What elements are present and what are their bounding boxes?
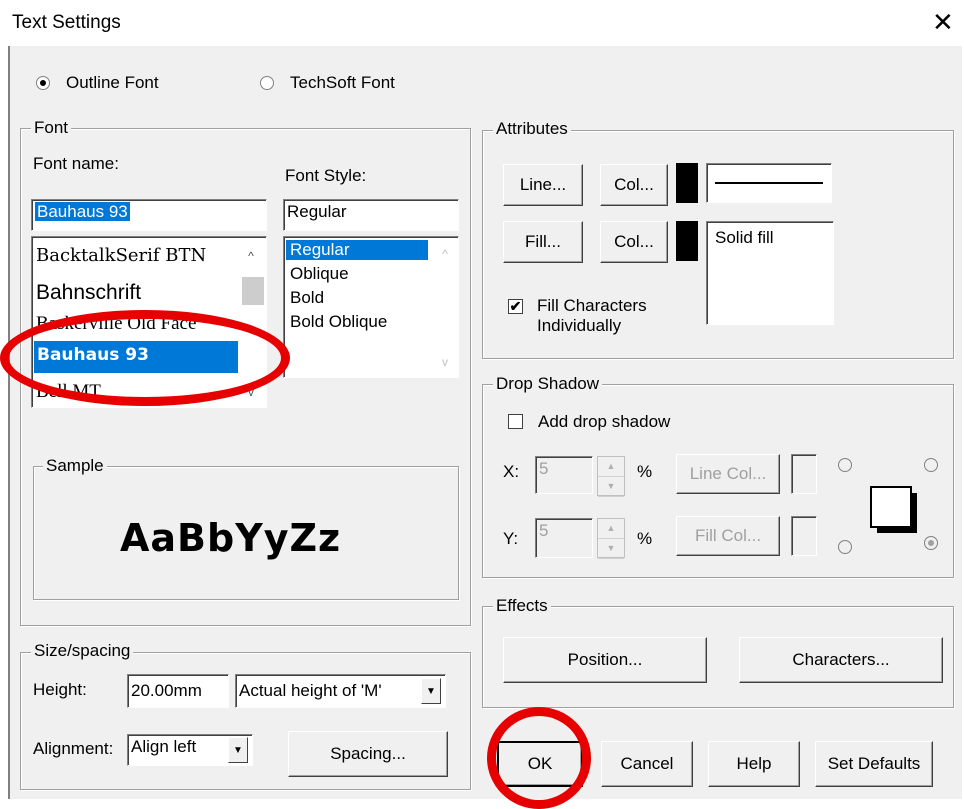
chevron-down-icon[interactable]: ▼ <box>421 678 441 704</box>
line-style-preview <box>706 163 832 203</box>
height-mode-select[interactable]: Actual height of 'M' <box>235 674 446 708</box>
shadow-bottom-left-radio[interactable] <box>838 540 852 554</box>
help-button[interactable]: Help <box>708 741 800 787</box>
line-color-button[interactable]: Col... <box>600 164 668 206</box>
line-sample <box>715 182 823 184</box>
x-offset-label: X: <box>503 462 520 481</box>
fill-individually-checkbox[interactable]: ✔ <box>508 299 523 314</box>
line-color-swatch <box>676 163 698 203</box>
list-item[interactable]: Bahnschrift <box>36 281 141 305</box>
attributes-legend: Attributes <box>493 119 571 139</box>
list-item[interactable]: Bold <box>290 288 324 308</box>
list-item[interactable]: Bold Oblique <box>290 312 387 332</box>
y-offset-label: Y: <box>503 529 519 548</box>
height-label: Height: <box>33 680 87 699</box>
shadow-line-color-swatch <box>791 454 817 494</box>
effects-legend: Effects <box>493 596 551 616</box>
ok-button[interactable]: OK <box>497 741 583 787</box>
list-item-selected[interactable]: Regular <box>286 240 428 260</box>
techsoft-font-radio[interactable] <box>260 76 274 90</box>
y-percent-label: % <box>637 529 653 548</box>
font-name-list[interactable]: BacktalkSerif BTN Bahnschrift Baskervill… <box>31 236 267 408</box>
shadow-top-right-radio[interactable] <box>924 458 938 472</box>
window-border <box>8 46 10 799</box>
sample-preview-text: AaBbYyZz <box>120 516 342 560</box>
font-name-label: Font name: <box>33 154 119 173</box>
fill-color-swatch <box>676 221 698 261</box>
x-offset-spinner[interactable]: ▲ ▼ <box>597 456 625 497</box>
font-name-input[interactable]: Bauhaus 93 <box>31 199 267 231</box>
shadow-fill-color-button[interactable]: Fill Col... <box>676 516 780 556</box>
fill-individually-label: Fill Characters Individually <box>537 296 647 335</box>
y-offset-input[interactable]: 5 <box>535 518 593 558</box>
add-drop-shadow-label: Add drop shadow <box>538 412 671 431</box>
set-defaults-button[interactable]: Set Defaults <box>815 741 933 787</box>
sample-legend: Sample <box>43 456 107 476</box>
position-button[interactable]: Position... <box>503 637 707 683</box>
list-item-selected[interactable]: Bauhaus 93 <box>34 341 238 373</box>
up-icon[interactable]: ▲ <box>598 457 624 477</box>
scroll-down-icon[interactable]: v <box>240 383 262 401</box>
font-legend: Font <box>31 118 72 138</box>
spacing-button[interactable]: Spacing... <box>288 731 448 777</box>
characters-button[interactable]: Characters... <box>739 637 943 683</box>
window-title: Text Settings <box>12 12 121 33</box>
fill-button[interactable]: Fill... <box>503 221 583 263</box>
scrollbar-thumb[interactable] <box>242 277 264 305</box>
x-offset-input[interactable]: 5 <box>535 456 593 494</box>
list-item[interactable]: Baskerville Old Face <box>36 313 196 335</box>
shadow-bottom-right-radio[interactable] <box>924 536 938 550</box>
shadow-top-left-radio[interactable] <box>838 458 852 472</box>
line-button[interactable]: Line... <box>503 164 583 206</box>
alignment-label: Alignment: <box>33 739 114 758</box>
size-spacing-legend: Size/spacing <box>31 641 134 661</box>
up-icon[interactable]: ▲ <box>598 519 624 539</box>
y-offset-spinner[interactable]: ▲ ▼ <box>597 518 625 559</box>
add-drop-shadow-checkbox[interactable] <box>508 414 523 429</box>
scroll-up-icon[interactable]: ^ <box>240 247 262 265</box>
down-icon[interactable]: ▼ <box>598 477 624 497</box>
shadow-fill-color-swatch <box>791 516 817 556</box>
fill-style-preview: Solid fill <box>706 221 834 325</box>
techsoft-font-label: TechSoft Font <box>290 73 395 92</box>
scroll-down-icon[interactable]: v <box>434 353 456 371</box>
fill-color-button[interactable]: Col... <box>600 221 668 263</box>
scroll-up-icon[interactable]: ^ <box>434 245 456 263</box>
font-style-input[interactable]: Regular <box>283 199 459 231</box>
x-percent-label: % <box>637 462 653 481</box>
outline-font-label: Outline Font <box>66 73 159 92</box>
list-item[interactable]: Bell MT <box>36 381 101 403</box>
chevron-down-icon[interactable]: ▼ <box>228 737 248 763</box>
list-item[interactable]: Oblique <box>290 264 349 284</box>
cancel-button[interactable]: Cancel <box>601 741 693 787</box>
font-style-list[interactable]: Regular Oblique Bold Bold Oblique ^ v <box>283 236 459 378</box>
drop-shadow-legend: Drop Shadow <box>493 374 603 394</box>
height-input[interactable]: 20.00mm <box>127 674 229 708</box>
shadow-line-color-button[interactable]: Line Col... <box>676 454 780 494</box>
down-icon[interactable]: ▼ <box>598 539 624 559</box>
shadow-preview-box <box>870 486 912 528</box>
close-icon[interactable]: ✕ <box>932 8 954 36</box>
font-style-label: Font Style: <box>285 166 367 185</box>
list-item[interactable]: BacktalkSerif BTN <box>36 245 206 266</box>
outline-font-radio[interactable] <box>36 76 50 90</box>
